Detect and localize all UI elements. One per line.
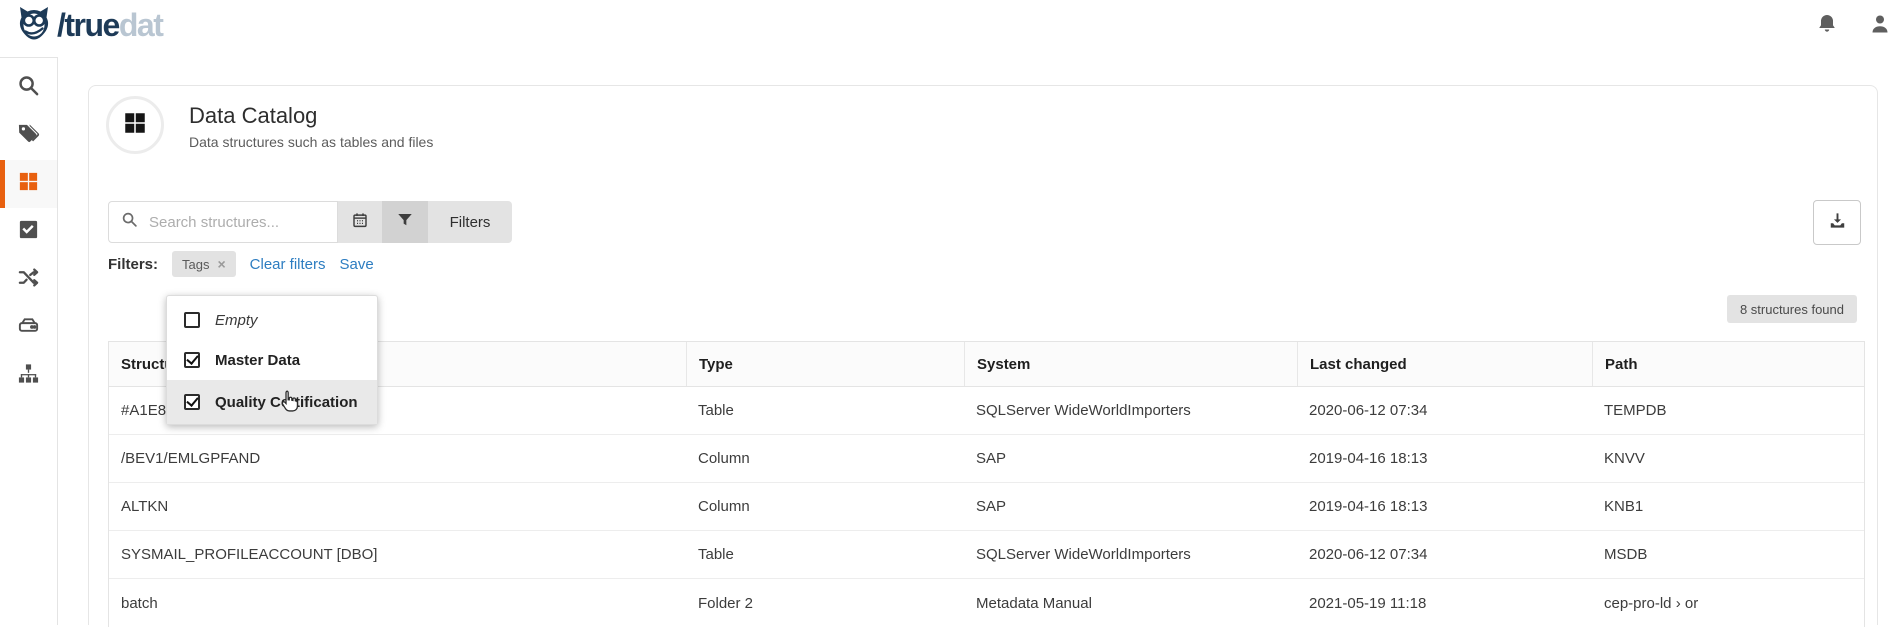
drive-icon bbox=[17, 314, 40, 342]
sidebar-nav bbox=[0, 57, 58, 625]
column-header-system[interactable]: System bbox=[964, 342, 1297, 386]
filter-chip-label: Tags bbox=[182, 257, 209, 272]
cell-path: TEMPDB bbox=[1592, 387, 1864, 434]
sidebar-item-data-catalog[interactable] bbox=[0, 160, 57, 208]
filters-button-label: Filters bbox=[450, 214, 491, 231]
cell-type: Table bbox=[686, 387, 964, 434]
cell-path: KNB1 bbox=[1592, 483, 1864, 530]
remove-chip-icon[interactable]: × bbox=[217, 257, 225, 271]
filters-button[interactable]: Filters bbox=[428, 201, 512, 243]
tag-icon bbox=[17, 122, 40, 150]
applied-filters-bar: Filters: Tags × Clear filters Save bbox=[108, 250, 374, 278]
sidebar-item-search[interactable] bbox=[0, 64, 57, 112]
clear-filters-link[interactable]: Clear filters bbox=[250, 256, 326, 273]
table-row[interactable]: /BEV1/EMLGPFAND Column SAP 2019-04-16 18… bbox=[109, 435, 1864, 483]
checkbox-checked[interactable] bbox=[184, 352, 200, 368]
funnel-icon bbox=[396, 211, 414, 234]
cell-system: Metadata Manual bbox=[964, 579, 1297, 627]
filters-label: Filters: bbox=[108, 256, 158, 273]
checkbox-unchecked[interactable] bbox=[184, 312, 200, 328]
sitemap-icon bbox=[17, 362, 40, 390]
cell-last-changed: 2020-06-12 07:34 bbox=[1297, 531, 1592, 578]
cell-type: Table bbox=[686, 531, 964, 578]
page-subtitle: Data structures such as tables and files bbox=[189, 134, 433, 150]
sidebar-item-quality[interactable] bbox=[0, 208, 57, 256]
cell-structure[interactable]: SYSMAIL_PROFILEACCOUNT [DBO] bbox=[109, 531, 686, 578]
cell-type: Column bbox=[686, 435, 964, 482]
user-icon[interactable] bbox=[1868, 12, 1892, 36]
cell-last-changed: 2020-06-12 07:34 bbox=[1297, 387, 1592, 434]
filter-chip-tags[interactable]: Tags × bbox=[172, 251, 236, 277]
sidebar-item-taxonomy[interactable] bbox=[0, 352, 57, 400]
dropdown-option-label: Empty bbox=[215, 312, 258, 329]
cell-structure[interactable]: /BEV1/EMLGPFAND bbox=[109, 435, 686, 482]
top-bar: /truedat bbox=[0, 0, 1898, 57]
page-title: Data Catalog bbox=[189, 103, 317, 129]
cell-type: Column bbox=[686, 483, 964, 530]
search-icon bbox=[17, 74, 40, 102]
cell-last-changed: 2019-04-16 18:13 bbox=[1297, 435, 1592, 482]
truedat-logo[interactable]: /truedat bbox=[14, 2, 162, 47]
search-box bbox=[108, 201, 338, 243]
column-header-last-changed[interactable]: Last changed bbox=[1297, 342, 1592, 386]
dropdown-option-quality-certification[interactable]: Quality Certification bbox=[167, 380, 377, 424]
cell-last-changed: 2021-05-19 11:18 bbox=[1297, 579, 1592, 627]
sidebar-item-lineage[interactable] bbox=[0, 256, 57, 304]
tags-filter-dropdown: Empty Master Data Quality Certification bbox=[166, 295, 378, 425]
owl-logo-icon bbox=[14, 2, 54, 47]
sidebar-item-tags[interactable] bbox=[0, 112, 57, 160]
filter-funnel-button[interactable] bbox=[382, 201, 428, 243]
cell-last-changed: 2019-04-16 18:13 bbox=[1297, 483, 1592, 530]
column-header-type[interactable]: Type bbox=[686, 342, 964, 386]
search-icon bbox=[121, 211, 138, 233]
grid-icon bbox=[122, 110, 148, 141]
cell-system: SAP bbox=[964, 435, 1297, 482]
calendar-icon bbox=[351, 211, 369, 234]
bell-icon[interactable] bbox=[1815, 12, 1839, 36]
download-button[interactable] bbox=[1813, 200, 1861, 245]
save-filters-link[interactable]: Save bbox=[340, 256, 374, 273]
catalog-avatar bbox=[106, 96, 164, 154]
table-row[interactable]: batch Folder 2 Metadata Manual 2021-05-1… bbox=[109, 579, 1864, 627]
dropdown-option-empty[interactable]: Empty bbox=[167, 300, 377, 340]
cell-type: Folder 2 bbox=[686, 579, 964, 627]
dropdown-option-label: Master Data bbox=[215, 352, 300, 369]
sidebar-item-systems[interactable] bbox=[0, 304, 57, 352]
search-input[interactable] bbox=[147, 213, 322, 232]
download-icon bbox=[1828, 211, 1847, 235]
table-row[interactable]: SYSMAIL_PROFILEACCOUNT [DBO] Table SQLSe… bbox=[109, 531, 1864, 579]
results-count-badge: 8 structures found bbox=[1727, 295, 1857, 323]
cell-path: cep-pro-ld › or bbox=[1592, 579, 1864, 627]
checkbox-checked[interactable] bbox=[184, 394, 200, 410]
cell-structure[interactable]: ALTKN bbox=[109, 483, 686, 530]
shuffle-icon bbox=[17, 266, 40, 294]
dropdown-option-label: Quality Certification bbox=[215, 394, 358, 411]
cell-system: SQLServer WideWorldImporters bbox=[964, 387, 1297, 434]
brand-wordmark: /truedat bbox=[57, 5, 162, 45]
column-header-path[interactable]: Path bbox=[1592, 342, 1864, 386]
calendar-filter-button[interactable] bbox=[338, 201, 382, 243]
cell-structure[interactable]: batch bbox=[109, 579, 686, 627]
cell-path: MSDB bbox=[1592, 531, 1864, 578]
cell-system: SQLServer WideWorldImporters bbox=[964, 531, 1297, 578]
grid-icon bbox=[17, 170, 40, 198]
cell-path: KNVV bbox=[1592, 435, 1864, 482]
dropdown-option-master-data[interactable]: Master Data bbox=[167, 340, 377, 380]
data-catalog-panel: Data Catalog Data structures such as tab… bbox=[88, 85, 1878, 625]
cell-system: SAP bbox=[964, 483, 1297, 530]
check-square-icon bbox=[17, 218, 40, 246]
table-row[interactable]: ALTKN Column SAP 2019-04-16 18:13 KNB1 bbox=[109, 483, 1864, 531]
